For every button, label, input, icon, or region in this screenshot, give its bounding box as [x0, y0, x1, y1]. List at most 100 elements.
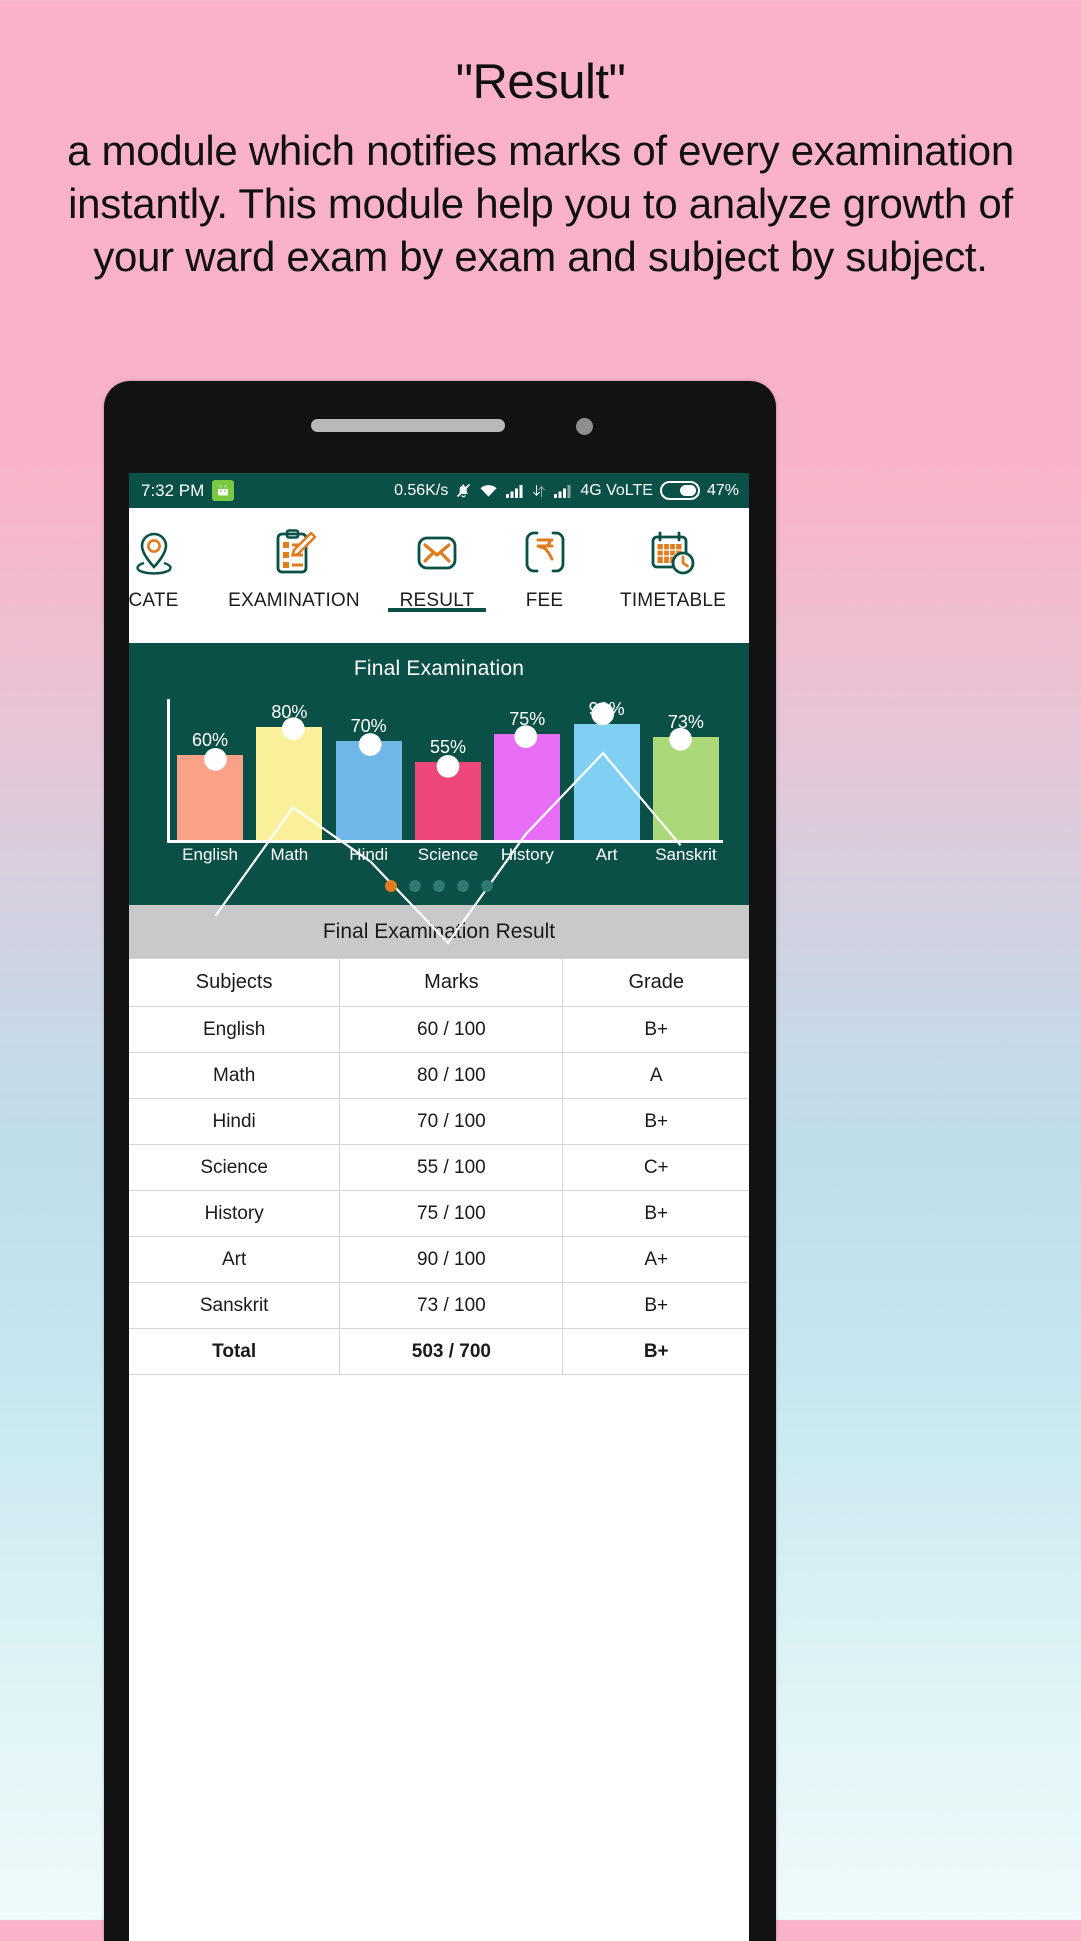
bar-value-label: 90% [588, 699, 625, 719]
cell-subject: Math [129, 1052, 341, 1099]
column-header-grade: Grade [562, 958, 749, 1007]
result-table-header: Final Examination Result [129, 905, 749, 958]
table-row: Sanskrit 73 / 100 B+ [129, 1282, 749, 1329]
cell-subject: History [129, 1190, 341, 1237]
data-speed-text: 0.56K/s [394, 481, 449, 499]
table-row: Science 55 / 100 C+ [129, 1144, 749, 1191]
chart-bars: 60% 80% 70% 55% 75% 90% 73% [177, 699, 719, 840]
android-badge-icon [212, 480, 235, 501]
module-tab-bar[interactable]: CATE EXAMINATION RESULT FEE TIMETABLE [129, 508, 749, 643]
cell-grade: A [562, 1052, 749, 1099]
cell-grade: B+ [562, 1098, 749, 1145]
carousel-pagination[interactable] [129, 880, 749, 892]
cell-marks: 75 / 100 [339, 1190, 564, 1237]
tab-certificate[interactable]: CATE [129, 508, 206, 612]
signal-bars-icon [553, 483, 573, 499]
cell-subject: English [129, 1006, 341, 1053]
carousel-dot-1[interactable] [385, 880, 397, 892]
bar-value-label: 70% [350, 716, 387, 737]
bar-value-label: 80% [271, 702, 308, 723]
bar-shape [652, 737, 719, 840]
chart-y-axis [167, 699, 170, 843]
envelope-icon [414, 526, 460, 580]
wifi-icon [479, 483, 498, 499]
x-axis-label: Sanskrit [655, 845, 717, 864]
tab-label: EXAMINATION [228, 590, 360, 611]
chart-bar-item: 55% [414, 699, 482, 840]
tab-label: FEE [525, 590, 564, 611]
cell-subject: Art [129, 1236, 341, 1283]
chart-title: Final Examination [353, 657, 525, 680]
table-row: Art 90 / 100 A+ [129, 1236, 749, 1283]
chart-bar-item: 60% [177, 699, 244, 840]
tab-label: TIMETABLE [620, 590, 726, 611]
calendar-clock-icon [648, 526, 698, 580]
carousel-dot-2[interactable] [409, 880, 421, 892]
promo-description: a module which notifies marks of every e… [67, 127, 1014, 280]
cell-grade: B+ [562, 1006, 749, 1053]
chart-bar-item: 70% [335, 699, 402, 840]
x-axis-label: English [182, 845, 238, 864]
cell-total-label: Total [129, 1328, 341, 1375]
exam-chart-card: Final Examination 60% 80% 70% 55% 75% 90… [129, 643, 749, 905]
cell-total-marks: 503 / 700 [339, 1328, 564, 1375]
carousel-dot-4[interactable] [457, 880, 469, 892]
phone-screen: 7:32 PM 0.56K/s 4G VoLTE 47% CATE EXAMIN… [129, 473, 749, 1941]
clipboard-pencil-icon [271, 526, 317, 580]
table-total-row: Total 503 / 700 B+ [129, 1328, 749, 1375]
x-axis-label: Art [595, 845, 618, 864]
phone-mockup: 7:32 PM 0.56K/s 4G VoLTE 47% CATE EXAMIN… [104, 381, 776, 1941]
cell-grade: A+ [562, 1236, 749, 1283]
battery-icon [659, 481, 700, 500]
front-camera-icon [576, 418, 593, 435]
bar-value-label: 55% [429, 737, 466, 758]
chart-x-axis [167, 840, 723, 843]
table-row: Math 80 / 100 A [129, 1052, 749, 1099]
chart-bar-item: 73% [652, 699, 719, 840]
status-time: 7:32 PM [141, 480, 205, 500]
cell-total-grade: B+ [562, 1328, 749, 1375]
bar-shape [335, 741, 402, 840]
chart-bar-item: 90% [573, 699, 640, 840]
signal-bars-icon [505, 483, 525, 499]
cell-grade: B+ [562, 1190, 749, 1237]
table-row: History 75 / 100 B+ [129, 1190, 749, 1237]
promo-header: "Result" a module which notifies marks o… [0, 0, 1081, 284]
phone-bezel-top [104, 381, 776, 445]
cell-subject: Hindi [129, 1098, 341, 1145]
cell-marks: 73 / 100 [339, 1282, 564, 1329]
carousel-dot-5[interactable] [481, 880, 493, 892]
x-axis-label: History [500, 845, 554, 864]
tab-fee[interactable]: FEE [492, 508, 597, 612]
carousel-dot-3[interactable] [433, 880, 445, 892]
cell-subject: Science [129, 1144, 341, 1191]
bar-value-label: 75% [509, 709, 546, 730]
tab-label: RESULT [399, 590, 475, 611]
x-axis-label: Hindi [349, 845, 389, 864]
column-header-marks: Marks [339, 958, 564, 1007]
x-axis-label: Math [270, 845, 309, 864]
status-bar: 7:32 PM 0.56K/s 4G VoLTE 47% [129, 473, 749, 508]
table-row: Hindi 70 / 100 B+ [129, 1098, 749, 1145]
cell-marks: 90 / 100 [339, 1236, 564, 1283]
data-transfer-icon [532, 483, 546, 499]
tab-label: CATE [129, 590, 179, 611]
bar-shape [494, 734, 561, 840]
bar-value-label: 73% [667, 712, 704, 733]
cell-marks: 80 / 100 [339, 1052, 564, 1099]
cell-marks: 55 / 100 [339, 1144, 564, 1191]
chart-plot-area: 60% 80% 70% 55% 75% 90% 73% English Math… [155, 689, 723, 861]
rupee-icon [523, 526, 567, 580]
table-row: English 60 / 100 B+ [129, 1006, 749, 1053]
promo-title: "Result" [455, 55, 626, 109]
cell-grade: B+ [562, 1282, 749, 1329]
network-type-text: 4G VoLTE [580, 481, 653, 499]
bar-shape [177, 755, 244, 840]
tab-result[interactable]: RESULT [382, 508, 492, 612]
tab-examination[interactable]: EXAMINATION [206, 508, 382, 612]
tab-timetable[interactable]: TIMETABLE [597, 508, 749, 612]
column-header-subjects: Subjects [129, 958, 341, 1007]
x-axis-label: Science [417, 845, 479, 864]
cell-subject: Sanskrit [129, 1282, 341, 1329]
mute-bell-icon [455, 482, 472, 499]
